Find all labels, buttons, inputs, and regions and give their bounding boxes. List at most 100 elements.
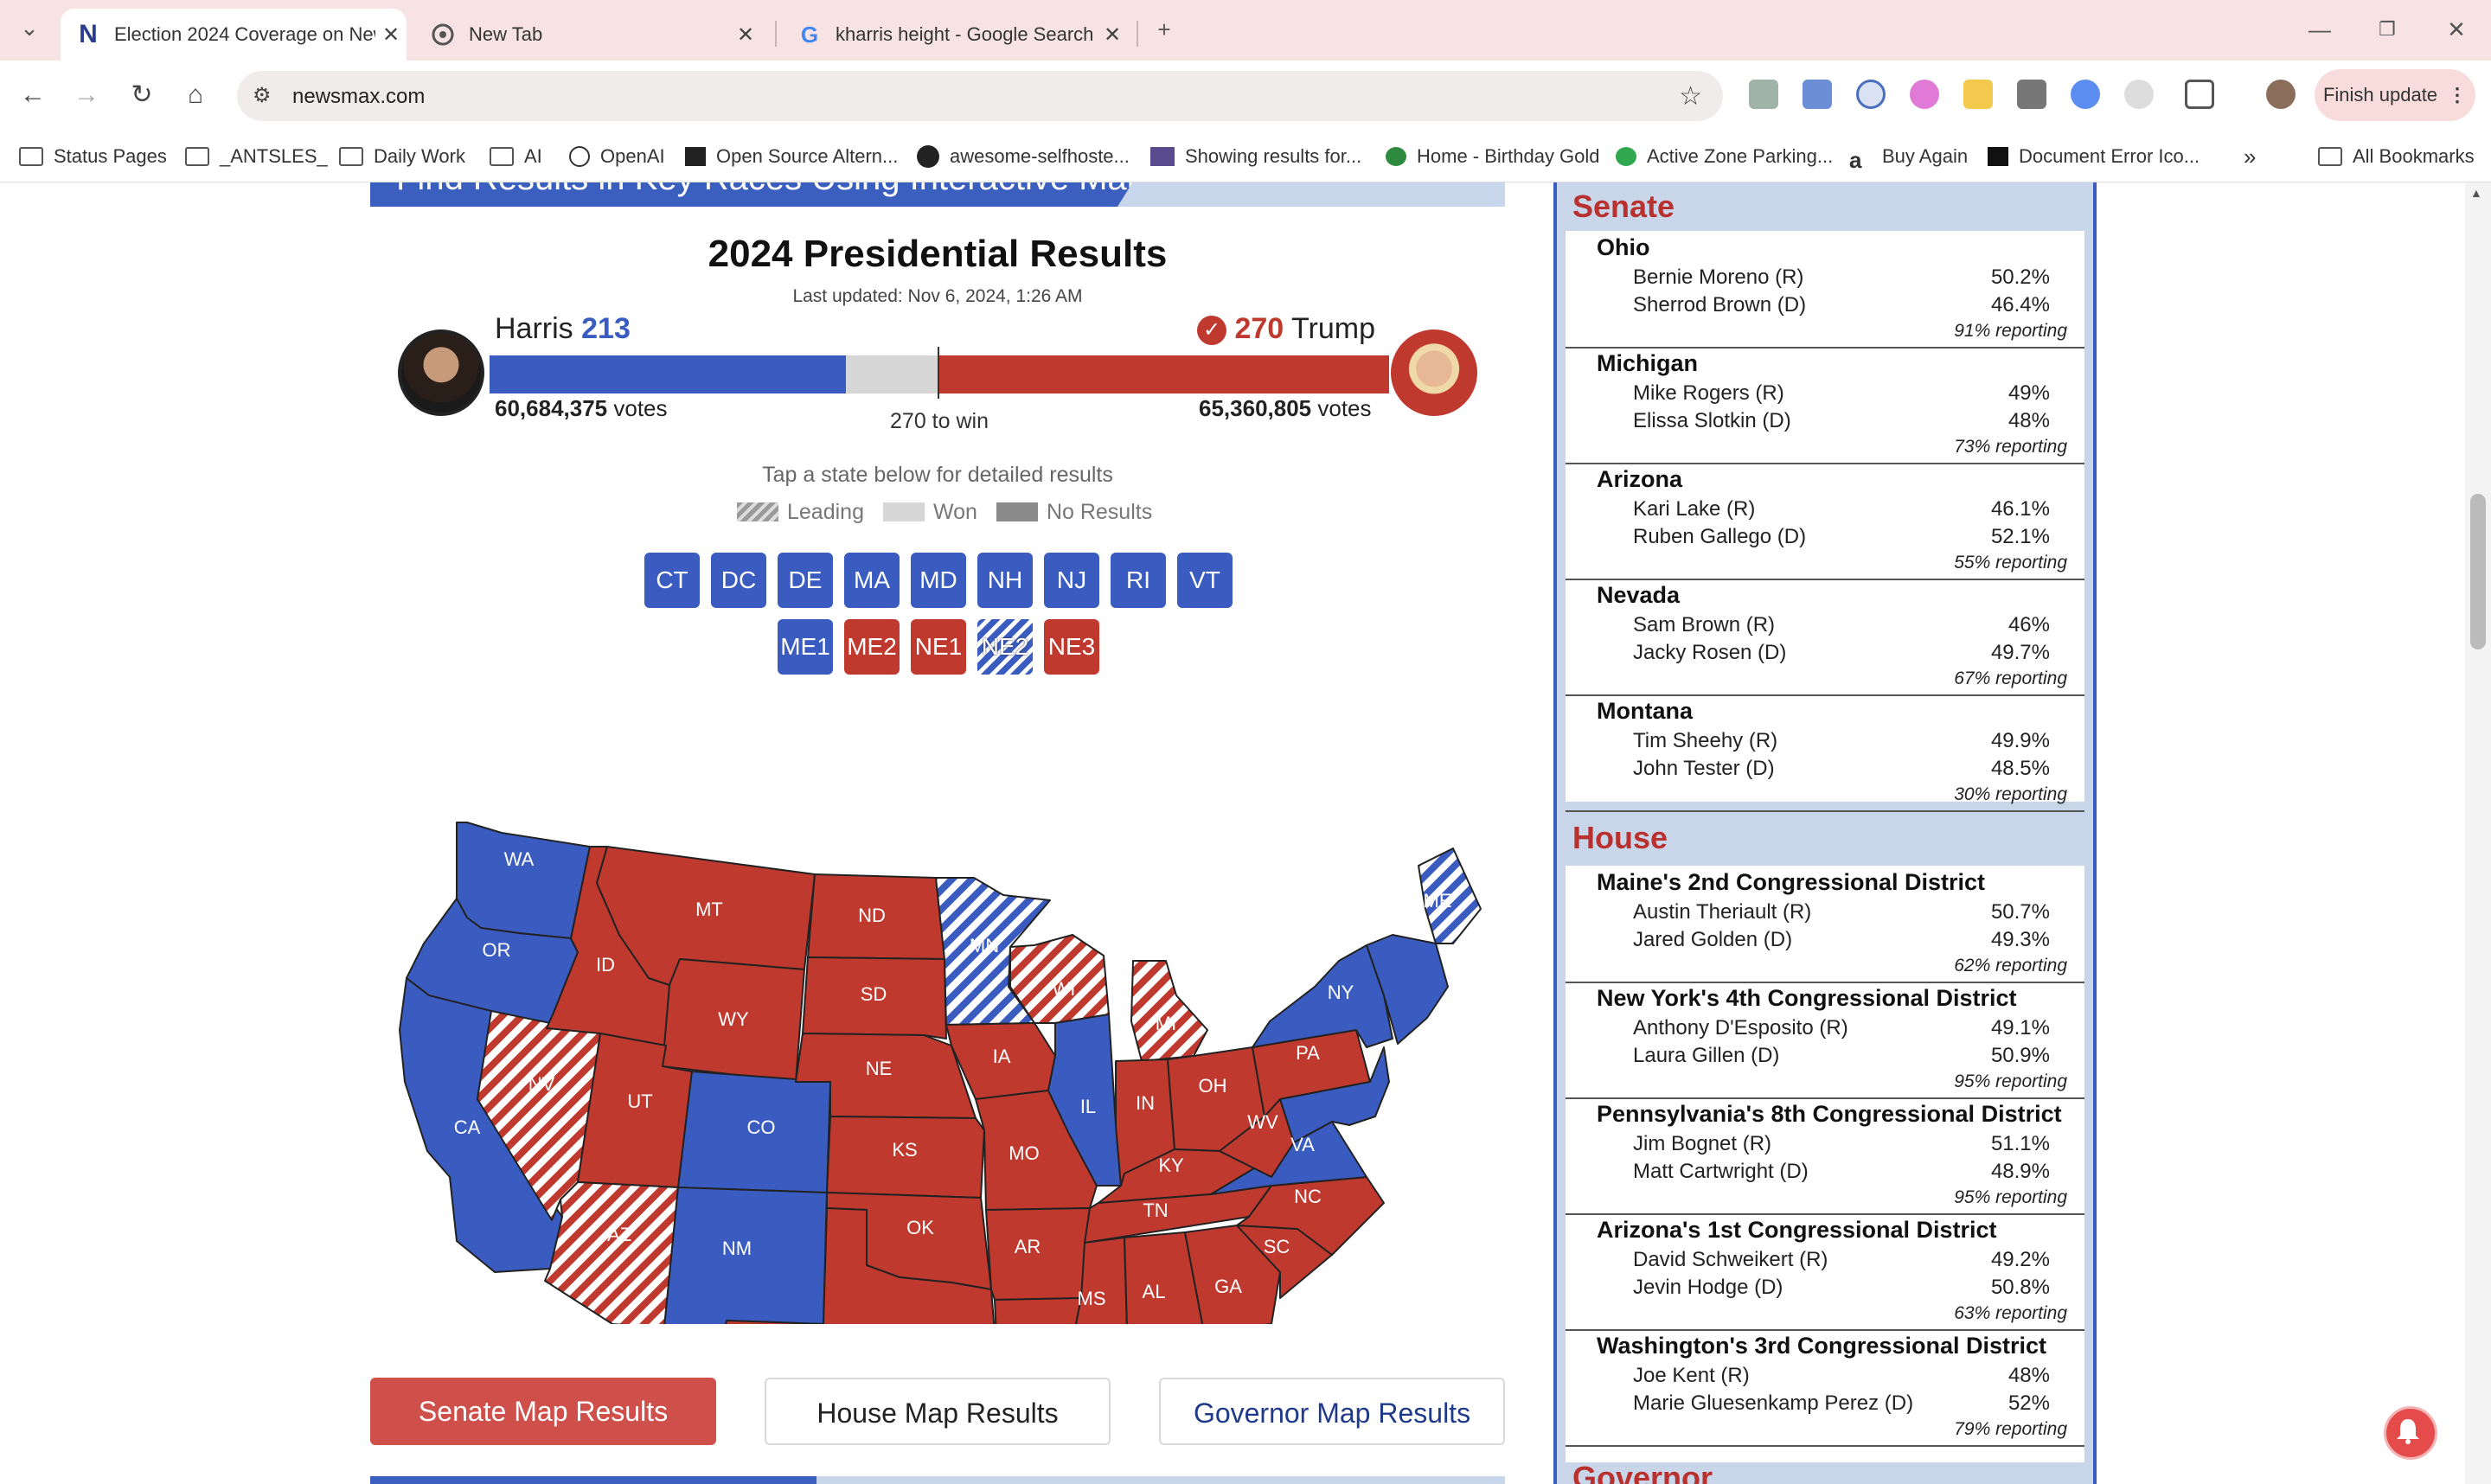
extension-icon[interactable]: [1910, 80, 1939, 109]
state-button-nh[interactable]: NH: [977, 553, 1033, 608]
bookmark-item[interactable]: _ANTSLES_: [185, 140, 328, 173]
bookmark-item[interactable]: Status Pages: [19, 140, 167, 173]
us-election-map[interactable]: WAORCAIDNVMTWYUTAZCONMNDSDNEKSOKTXMNIAMO…: [381, 615, 1505, 1324]
new-tab-button[interactable]: +: [1138, 12, 1190, 47]
close-icon[interactable]: ✕: [375, 22, 407, 48]
senate-races-panel: Ohio Bernie Moreno (R) 50.2% Sherrod Brown …: [1566, 231, 2084, 812]
state-label-nc: NC: [1294, 1186, 1322, 1207]
race-house-3[interactable]: Arizona's 1st Congressional District Davi…: [1566, 1213, 2084, 1331]
state-button-vt[interactable]: VT: [1177, 553, 1233, 608]
extension-icon[interactable]: [2124, 80, 2154, 109]
bookmark-item[interactable]: AI: [490, 140, 542, 173]
tab-newsmax[interactable]: N Election 2024 Coverage on New ✕: [61, 9, 407, 61]
state-button-ct[interactable]: CT: [644, 553, 700, 608]
state-label-me: ME: [1424, 890, 1452, 912]
bookmark-item[interactable]: a Buy Again: [1849, 140, 1968, 173]
page-scrollbar[interactable]: ▲: [2465, 182, 2491, 1484]
state-button-de[interactable]: DE: [778, 553, 833, 608]
restore-icon[interactable]: ❐: [2361, 12, 2413, 47]
race-senate-0[interactable]: Ohio Bernie Moreno (R) 50.2% Sherrod Brown …: [1566, 231, 2084, 349]
candidate-row: Austin Theriault (R) 50.7%: [1633, 900, 2050, 924]
tab-new-tab[interactable]: New Tab ✕: [415, 9, 761, 61]
state-mi[interactable]: [1130, 960, 1208, 1062]
minimize-icon[interactable]: —: [2294, 12, 2346, 47]
state-button-nj[interactable]: NJ: [1044, 553, 1099, 608]
notification-bell-icon[interactable]: [2384, 1406, 2437, 1460]
race-senate-4[interactable]: Montana Tim Sheehy (R) 49.9% John Tester (D…: [1566, 694, 2084, 812]
governor-map-results-button[interactable]: Governor Map Results: [1159, 1378, 1505, 1445]
trump-name: ✓ 270 Trump: [1197, 312, 1375, 346]
race-house-4[interactable]: Washington's 3rd Congressional District J…: [1566, 1329, 2084, 1447]
extension-icon[interactable]: [2017, 80, 2046, 109]
state-az[interactable]: [544, 1181, 679, 1324]
window-close-icon[interactable]: ✕: [2430, 12, 2482, 47]
candidate-percent: 48%: [2008, 409, 2050, 432]
key-races-banner[interactable]: Find Results in Key Races Using Interact…: [370, 182, 1505, 207]
back-icon[interactable]: ←: [14, 76, 52, 114]
race-title: Ohio: [1597, 234, 1650, 260]
bookmark-item[interactable]: OpenAI: [569, 140, 665, 173]
extension-icon[interactable]: [2071, 80, 2100, 109]
state-label-or: OR: [483, 939, 511, 961]
bookmark-item[interactable]: Active Zone Parking...: [1616, 140, 1833, 173]
extension-icon[interactable]: [1856, 80, 1886, 109]
bookmark-item[interactable]: Showing results for...: [1150, 140, 1361, 173]
state-label-az: AZ: [607, 1224, 631, 1245]
house-map-results-button[interactable]: House Map Results: [765, 1378, 1111, 1445]
candidate-percent: 48%: [2008, 1364, 2050, 1387]
tab-divider: [775, 21, 777, 47]
tab-google-search[interactable]: G kharris height - Google Search ✕: [782, 9, 1128, 61]
bookmark-item[interactable]: awesome-selfhoste...: [917, 140, 1130, 173]
race-senate-1[interactable]: Michigan Mike Rogers (R) 49% Elissa Slotkin…: [1566, 347, 2084, 464]
race-title: Nevada: [1597, 582, 1681, 608]
more-bookmarks-button[interactable]: »: [2244, 140, 2256, 173]
url-text[interactable]: newsmax.com: [292, 85, 425, 109]
reload-icon[interactable]: ↻: [123, 76, 161, 114]
candidate-row: David Schweikert (R) 49.2%: [1633, 1248, 2050, 1272]
key-races-banner-label: Find Results in Key Races Using Interact…: [370, 182, 1149, 207]
race-senate-3[interactable]: Nevada Sam Brown (R) 46% Jacky Rosen (D) 49.…: [1566, 579, 2084, 696]
close-icon[interactable]: ✕: [1097, 22, 1128, 48]
state-button-dc[interactable]: DC: [711, 553, 766, 608]
tab-search-button[interactable]: ⌄: [5, 10, 54, 45]
finish-update-button[interactable]: Finish update ⋮: [2315, 69, 2475, 121]
bookmark-item[interactable]: Document Error Ico...: [1988, 140, 2200, 173]
close-icon[interactable]: ✕: [730, 22, 761, 48]
legend-leading: Leading: [737, 500, 864, 525]
race-house-1[interactable]: New York's 4th Congressional District Ant…: [1566, 982, 2084, 1099]
state-label-wv: WV: [1247, 1111, 1278, 1133]
scroll-up-icon[interactable]: ▲: [2470, 186, 2482, 200]
senate-map-results-button[interactable]: Senate Map Results: [370, 1378, 716, 1445]
state-wa[interactable]: [456, 822, 591, 939]
folder-icon: [19, 147, 43, 166]
candidate-row: Jim Bognet (R) 51.1%: [1633, 1132, 2050, 1156]
scrollbar-thumb[interactable]: [2470, 494, 2486, 649]
profile-avatar[interactable]: [2266, 80, 2296, 109]
more-menu-icon: ⋮: [2448, 84, 2468, 106]
race-house-2[interactable]: Pennsylvania's 8th Congressional Distric…: [1566, 1097, 2084, 1215]
extension-icon[interactable]: [1963, 80, 1993, 109]
bookmark-item[interactable]: Daily Work: [339, 140, 465, 173]
extension-icon[interactable]: [1749, 80, 1778, 109]
site-info-icon[interactable]: ⚙: [253, 83, 279, 109]
home-icon[interactable]: ⌂: [176, 76, 215, 114]
extensions-puzzle-icon[interactable]: [2185, 80, 2214, 109]
all-bookmarks-folder[interactable]: All Bookmarks: [2318, 140, 2475, 173]
state-button-ma[interactable]: MA: [844, 553, 900, 608]
bookmark-item[interactable]: Home - Birthday Gold: [1386, 140, 1600, 173]
address-bar[interactable]: ⚙ newsmax.com ☆: [237, 71, 1723, 121]
forward-icon[interactable]: →: [67, 76, 106, 114]
bookmark-star-icon[interactable]: ☆: [1679, 81, 1702, 112]
state-button-md[interactable]: MD: [911, 553, 966, 608]
state-button-ri[interactable]: RI: [1111, 553, 1166, 608]
state-label-il: IL: [1080, 1096, 1096, 1117]
candidate-name: Kari Lake (R): [1633, 497, 1756, 521]
translate-icon[interactable]: [1803, 80, 1832, 109]
candidate-percent: 48.9%: [1990, 1160, 2050, 1183]
candidate-name: Sam Brown (R): [1633, 613, 1776, 636]
race-house-0[interactable]: Maine's 2nd Congressional District Austin…: [1566, 866, 2084, 983]
candidate-name: Jevin Hodge (D): [1633, 1276, 1783, 1299]
bookmark-item[interactable]: Open Source Altern...: [685, 140, 898, 173]
candidate-percent: 46.1%: [1990, 497, 2050, 521]
race-senate-2[interactable]: Arizona Kari Lake (R) 46.1% Ruben Gallego (…: [1566, 463, 2084, 580]
